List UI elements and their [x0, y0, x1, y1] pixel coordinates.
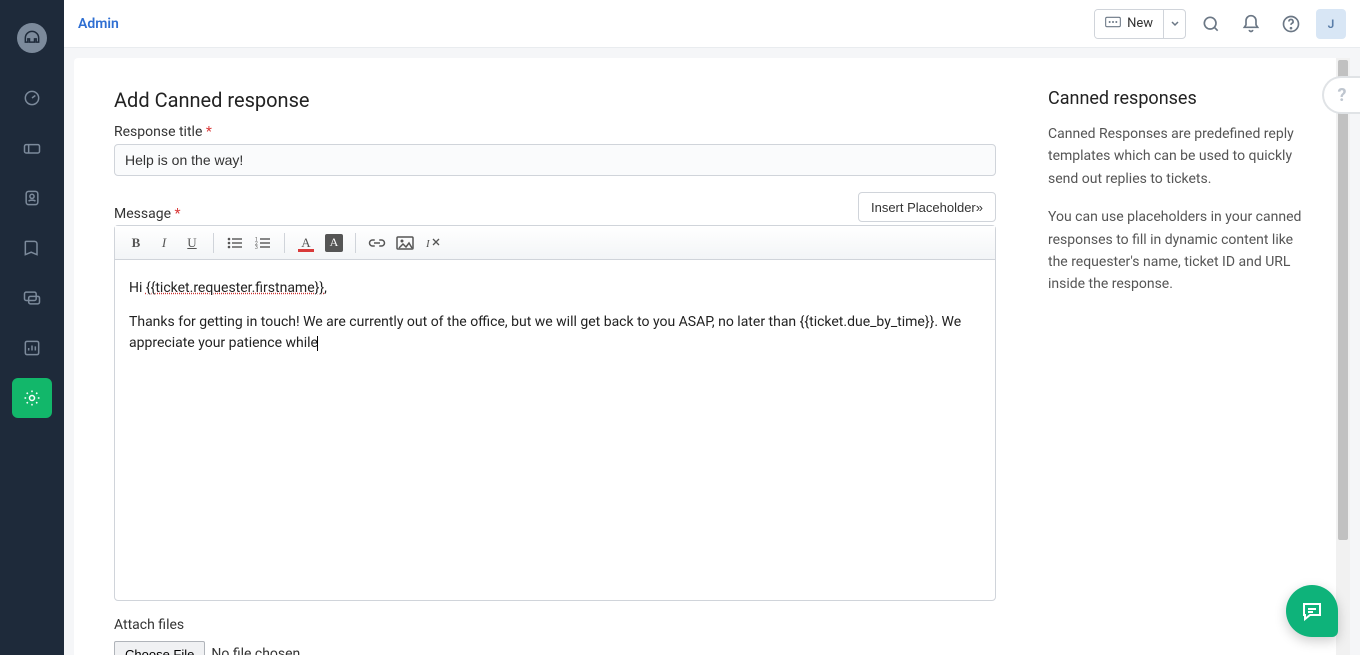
- italic-button[interactable]: I: [151, 231, 177, 255]
- svg-text:3: 3: [255, 245, 258, 250]
- nav-solutions[interactable]: [12, 228, 52, 268]
- rich-text-editor: B I U 123 A A: [114, 225, 996, 601]
- new-button-label: New: [1127, 16, 1153, 31]
- brand-logo[interactable]: [12, 18, 52, 58]
- bell-icon[interactable]: [1236, 9, 1266, 39]
- scrollbar-thumb[interactable]: [1338, 60, 1348, 540]
- new-button-dropdown[interactable]: [1163, 10, 1185, 38]
- left-nav: [0, 0, 64, 655]
- svg-text:I: I: [425, 238, 431, 250]
- nav-reports[interactable]: [12, 328, 52, 368]
- help-icon[interactable]: [1276, 9, 1306, 39]
- title-label: Response title *: [114, 124, 996, 140]
- side-help-button[interactable]: ?: [1322, 76, 1360, 114]
- link-button[interactable]: [364, 231, 390, 255]
- editor-toolbar: B I U 123 A A: [115, 226, 995, 260]
- page-title: Add Canned response: [114, 88, 996, 112]
- bold-button[interactable]: B: [123, 231, 149, 255]
- ticket-icon: [1105, 16, 1121, 32]
- nav-tickets[interactable]: [12, 128, 52, 168]
- numbered-list-button[interactable]: 123: [250, 231, 276, 255]
- attach-label: Attach files: [114, 617, 996, 633]
- new-button[interactable]: New: [1095, 10, 1163, 38]
- message-label: Message *: [114, 206, 181, 222]
- nav-contacts[interactable]: [12, 178, 52, 218]
- underline-button[interactable]: U: [179, 231, 205, 255]
- nav-chat[interactable]: [12, 278, 52, 318]
- insert-placeholder-button[interactable]: Insert Placeholder»: [858, 192, 996, 222]
- editor-body[interactable]: Hi {{ticket.requester.firstname}}, Thank…: [115, 260, 995, 600]
- choose-file-button[interactable]: Choose File: [114, 641, 205, 655]
- search-icon[interactable]: [1196, 9, 1226, 39]
- new-button-group: New: [1094, 9, 1186, 39]
- nav-admin[interactable]: [12, 378, 52, 418]
- clear-format-button[interactable]: I: [420, 231, 446, 255]
- info-paragraph-1: Canned Responses are predefined reply te…: [1048, 123, 1316, 190]
- image-button[interactable]: [392, 231, 418, 255]
- info-paragraph-2: You can use placeholders in your canned …: [1048, 206, 1316, 296]
- bulleted-list-button[interactable]: [222, 231, 248, 255]
- form-column: Add Canned response Response title * Mes…: [74, 58, 1036, 655]
- response-title-input[interactable]: [114, 144, 996, 176]
- info-heading: Canned responses: [1048, 88, 1316, 109]
- nav-dashboard[interactable]: [12, 78, 52, 118]
- topbar: Admin New J: [64, 0, 1360, 48]
- breadcrumb-admin[interactable]: Admin: [78, 16, 119, 32]
- chat-fab[interactable]: [1286, 585, 1338, 637]
- avatar[interactable]: J: [1316, 9, 1346, 39]
- info-column: Canned responses Canned Responses are pr…: [1036, 58, 1336, 655]
- bg-color-button[interactable]: A: [321, 231, 347, 255]
- scrollbar[interactable]: [1336, 58, 1350, 655]
- text-color-button[interactable]: A: [293, 231, 319, 255]
- no-file-text: No file chosen: [211, 646, 300, 655]
